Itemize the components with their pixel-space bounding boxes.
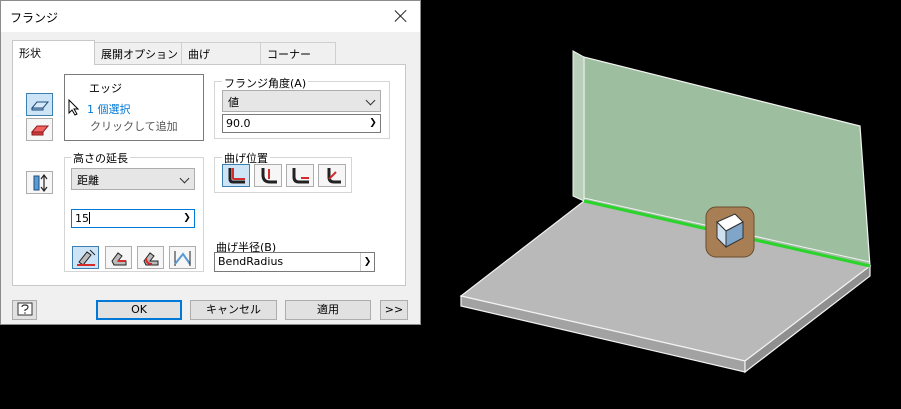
chevron-right-icon[interactable]: ❯ xyxy=(366,115,380,132)
contour-select-icon xyxy=(30,125,50,136)
edge-selector-heading: エッジ xyxy=(89,82,122,95)
flange-angle-label: フランジ角度(A) xyxy=(222,75,309,91)
direction-manipulator[interactable] xyxy=(705,206,755,258)
flange-angle-mode-value: 値 xyxy=(228,96,239,109)
bend-outside-icon xyxy=(292,168,309,184)
mouse-cursor-icon xyxy=(68,99,80,116)
bend-inside-icon xyxy=(228,168,245,184)
chevron-right-icon[interactable]: ❯ xyxy=(360,253,374,271)
height-datum-inner-button[interactable] xyxy=(72,246,99,269)
bend-position-outside-button[interactable] xyxy=(286,164,314,187)
height-datum-aligned-icon xyxy=(174,251,191,266)
tab-unfold-options[interactable]: 展開オプション xyxy=(94,42,182,64)
help-icon xyxy=(17,302,32,316)
height-extent-mode-dropdown[interactable]: 距離 xyxy=(71,168,195,190)
height-datum-aligned-button[interactable] xyxy=(169,246,196,269)
edge-select-button[interactable] xyxy=(26,93,53,116)
flange-thickness-edge xyxy=(572,50,585,202)
height-datum-outer-button[interactable] xyxy=(105,246,132,269)
title-bar: フランジ xyxy=(1,1,420,32)
ok-button[interactable]: OK xyxy=(96,300,182,320)
height-datum-tangent-button[interactable] xyxy=(137,246,164,269)
model-viewport[interactable] xyxy=(421,0,901,409)
height-distance-value: 15 xyxy=(75,212,89,225)
more-options-button[interactable]: >> xyxy=(380,300,408,320)
flange-angle-input[interactable]: 90.0 ❯ xyxy=(222,114,381,133)
text-caret xyxy=(89,212,90,224)
flange-angle-value: 90.0 xyxy=(226,117,251,130)
bend-radius-input[interactable]: BendRadius ❯ xyxy=(214,252,375,272)
height-distance-input[interactable]: 15 ❯ xyxy=(71,209,195,228)
flip-direction-icon xyxy=(33,174,48,192)
height-datum-inner-icon xyxy=(77,249,96,266)
height-datum-outer-icon xyxy=(111,252,127,266)
bend-position-tangent-button[interactable] xyxy=(318,164,346,187)
help-button[interactable] xyxy=(12,300,37,320)
bend-radius-value: BendRadius xyxy=(218,255,284,268)
edge-selected-count: 1 個選択 xyxy=(87,103,131,116)
height-extent-label: 高さの延長 xyxy=(71,150,130,166)
chevron-down-icon xyxy=(179,173,190,184)
bend-position-inside-button[interactable] xyxy=(222,164,250,187)
dialog-title: フランジ xyxy=(10,11,59,25)
chevron-right-icon[interactable]: ❯ xyxy=(180,210,194,227)
flip-direction-button[interactable] xyxy=(26,171,53,194)
edge-selector[interactable]: エッジ 1 個選択 クリックして追加 xyxy=(64,74,204,141)
bend-tangent-icon xyxy=(327,168,341,184)
close-icon[interactable] xyxy=(390,5,412,27)
edge-add-hint: クリックして追加 xyxy=(90,120,178,133)
bend-position-from-face-button[interactable] xyxy=(254,164,282,187)
flange-dialog: フランジ 形状 展開オプション 曲げ コーナー エッジ 1 個選択 クリックして… xyxy=(0,0,421,325)
tab-shape[interactable]: 形状 xyxy=(12,40,95,65)
height-extent-mode-value: 距離 xyxy=(77,174,99,187)
bend-from-face-icon xyxy=(261,168,277,184)
contour-select-button[interactable] xyxy=(26,118,53,141)
edge-select-icon xyxy=(30,101,50,111)
apply-button[interactable]: 適用 xyxy=(285,300,371,320)
flange-angle-mode-dropdown[interactable]: 値 xyxy=(222,90,381,112)
height-datum-tangent-icon xyxy=(143,252,159,266)
tab-bend[interactable]: 曲げ xyxy=(181,42,261,64)
tab-corner[interactable]: コーナー xyxy=(260,42,336,64)
chevron-down-icon xyxy=(365,95,376,106)
cancel-button[interactable]: キャンセル xyxy=(190,300,277,320)
